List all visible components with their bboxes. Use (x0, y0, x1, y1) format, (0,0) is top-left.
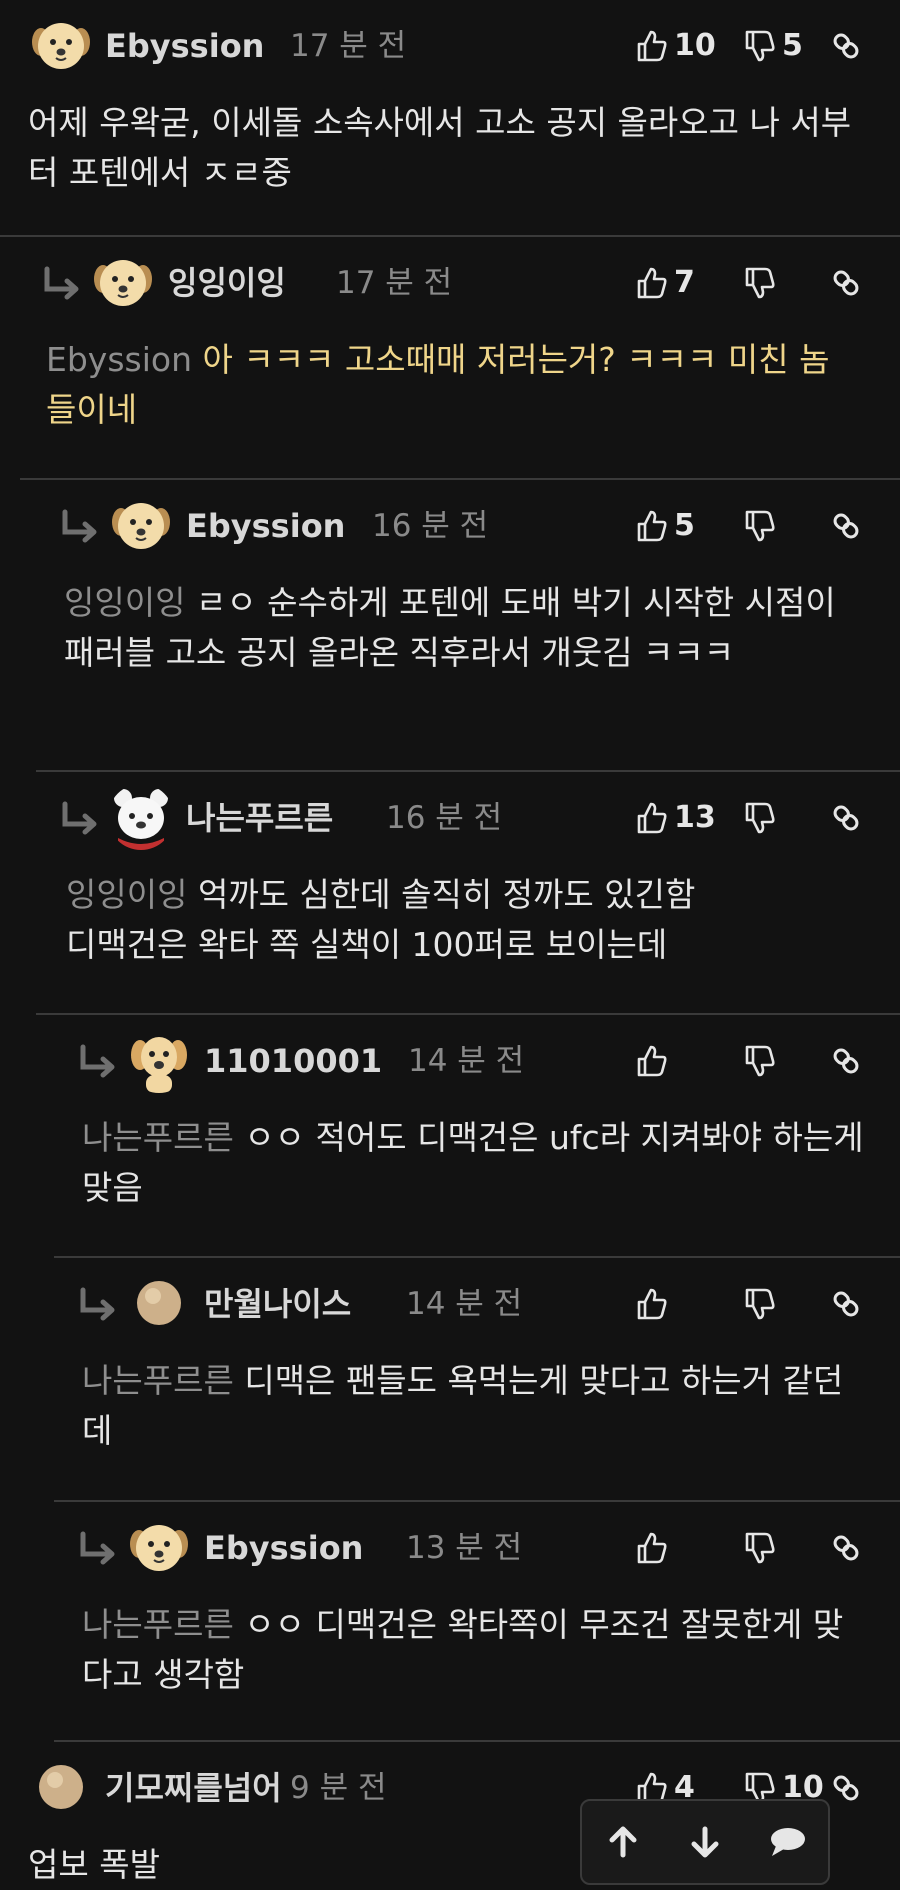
reply-arrow-icon (58, 800, 102, 840)
comment: 나는푸르른 16 분 전 13 잉잉이잉 억까도 심한데 솔직히 정까도 있긴함 … (0, 772, 900, 1015)
reply-arrow-icon (40, 265, 84, 305)
thumbs-down-icon (744, 1044, 776, 1078)
like-button[interactable]: 7 (636, 261, 695, 305)
comment: 잉잉이잉 17 분 전 7 Ebyssion 아 ㅋㅋㅋ 고소때매 저러는거? ㅋ… (0, 237, 900, 480)
dislike-button[interactable]: 5 (744, 24, 803, 68)
comment-body: 잉잉이잉 ㄹㅇ 순수하게 포텐에 도배 박기 시작한 시점이 패러블 고소 공지… (64, 578, 854, 678)
avatar[interactable] (90, 249, 156, 315)
username[interactable]: 잉잉이잉 (168, 263, 286, 303)
like-button[interactable]: 5 (636, 504, 695, 548)
link-icon[interactable] (828, 24, 864, 68)
mention[interactable]: 나는푸르른 (82, 1118, 234, 1157)
dislike-button[interactable] (744, 1526, 782, 1570)
comment-body: 어제 우왁굳, 이세돌 소속사에서 고소 공지 올라오고 나 서부터 포텐에서 … (28, 98, 868, 198)
dislike-button[interactable] (744, 1039, 782, 1083)
like-count: 10 (674, 28, 716, 63)
thumbs-up-icon (636, 1287, 668, 1321)
like-count: 5 (674, 508, 695, 543)
comment-text: 어제 우왁굳, 이세돌 소속사에서 고소 공지 올라오고 나 서부터 포텐에서 … (28, 103, 852, 192)
username[interactable]: 만월나이스 (204, 1284, 351, 1324)
comment-body: Ebyssion 아 ㅋㅋㅋ 고소때매 저러는거? ㅋㅋㅋ 미친 놈들이네 (46, 335, 856, 435)
arrow-down-icon[interactable] (675, 1812, 735, 1872)
mention[interactable]: Ebyssion (46, 340, 192, 379)
timestamp: 17 분 전 (336, 265, 453, 301)
reply-arrow-icon (76, 1530, 120, 1570)
username[interactable]: 11010001 (204, 1041, 382, 1081)
reply-arrow-icon (58, 508, 102, 548)
username[interactable]: Ebyssion (105, 26, 264, 66)
username[interactable]: Ebyssion (186, 506, 345, 546)
timestamp: 14 분 전 (408, 1043, 525, 1079)
thumbs-down-icon (744, 266, 776, 300)
arrow-up-icon[interactable] (593, 1812, 653, 1872)
comment: 11010001 14 분 전 나는푸르른 ㅇㅇ 적어도 디맥건은 ufc라 지켜… (0, 1015, 900, 1258)
dislike-button[interactable] (744, 796, 782, 840)
thumbs-up-icon (636, 1531, 668, 1565)
thumbs-down-icon (744, 801, 776, 835)
username[interactable]: Ebyssion (204, 1528, 363, 1568)
avatar[interactable] (108, 784, 174, 850)
link-icon[interactable] (828, 1766, 864, 1810)
mention[interactable]: 나는푸르른 (82, 1361, 234, 1400)
link-icon[interactable] (828, 796, 864, 840)
username[interactable]: 기모찌를넘어 (105, 1768, 282, 1808)
avatar[interactable] (126, 1270, 192, 1336)
timestamp: 16 분 전 (386, 800, 503, 836)
avatar[interactable] (126, 1514, 192, 1580)
timestamp: 13 분 전 (406, 1530, 523, 1566)
like-button[interactable] (636, 1526, 674, 1570)
comment: 만월나이스 14 분 전 나는푸르른 디맥은 팬들도 욕먹는게 맞다고 하는거 같… (0, 1258, 900, 1502)
comment-text: 업보 폭발 (28, 1845, 160, 1884)
like-button[interactable]: 13 (636, 796, 716, 840)
dislike-button[interactable] (744, 1282, 782, 1326)
like-button[interactable] (636, 1039, 674, 1083)
comment-body: 나는푸르른 ㅇㅇ 디맥건은 왁타쪽이 무조건 잘못한게 맞다고 생각함 (82, 1600, 872, 1700)
avatar[interactable] (28, 1754, 94, 1820)
timestamp: 16 분 전 (372, 508, 489, 544)
dislike-button[interactable] (744, 261, 782, 305)
avatar[interactable] (126, 1027, 192, 1093)
thumbs-up-icon (636, 801, 668, 835)
like-button[interactable] (636, 1282, 674, 1326)
timestamp: 14 분 전 (406, 1286, 523, 1322)
mention[interactable]: 나는푸르른 (82, 1605, 234, 1644)
username[interactable]: 나는푸르른 (186, 798, 333, 838)
comment: Ebyssion 17 분 전 10 5 어제 우왁굳, 이세돌 소속사에서 고소… (0, 0, 900, 237)
dislike-count: 5 (782, 28, 803, 63)
link-icon[interactable] (828, 261, 864, 305)
thumbs-up-icon (636, 509, 668, 543)
thumbs-down-icon (744, 1531, 776, 1565)
reply-arrow-icon (76, 1286, 120, 1326)
thumbs-down-icon (744, 509, 776, 543)
dislike-button[interactable] (744, 504, 782, 548)
link-icon[interactable] (828, 1526, 864, 1570)
mention[interactable]: 잉잉이잉 (66, 875, 187, 914)
like-count: 7 (674, 265, 695, 300)
link-icon[interactable] (828, 1039, 864, 1083)
like-count: 13 (674, 800, 716, 835)
timestamp: 9 분 전 (290, 1770, 387, 1806)
thumbs-down-icon (744, 29, 776, 63)
comment: Ebyssion 16 분 전 5 잉잉이잉 ㄹㅇ 순수하게 포텐에 도배 박기 … (0, 480, 900, 772)
mention[interactable]: 잉잉이잉 (64, 583, 185, 622)
avatar[interactable] (28, 12, 94, 78)
comment-body: 나는푸르른 ㅇㅇ 적어도 디맥건은 ufc라 지켜봐야 하는게 맞음 (82, 1113, 872, 1213)
comment-body: 잉잉이잉 억까도 심한데 솔직히 정까도 있긴함 디맥건은 왁타 쪽 실책이 1… (66, 870, 856, 970)
thumbs-down-icon (744, 1287, 776, 1321)
like-button[interactable]: 10 (636, 24, 716, 68)
thumbs-up-icon (636, 266, 668, 300)
thumbs-up-icon (636, 29, 668, 63)
link-icon[interactable] (828, 1282, 864, 1326)
reply-arrow-icon (76, 1043, 120, 1083)
floating-nav (580, 1799, 830, 1885)
timestamp: 17 분 전 (290, 28, 407, 64)
comment: Ebyssion 13 분 전 나는푸르른 ㅇㅇ 디맥건은 왁타쪽이 무조건 잘못… (0, 1502, 900, 1742)
avatar[interactable] (108, 492, 174, 558)
thumbs-up-icon (636, 1044, 668, 1078)
link-icon[interactable] (828, 504, 864, 548)
chat-bubble-icon[interactable] (757, 1812, 817, 1872)
comment-body: 나는푸르른 디맥은 팬들도 욕먹는게 맞다고 하는거 같던데 (82, 1356, 872, 1456)
